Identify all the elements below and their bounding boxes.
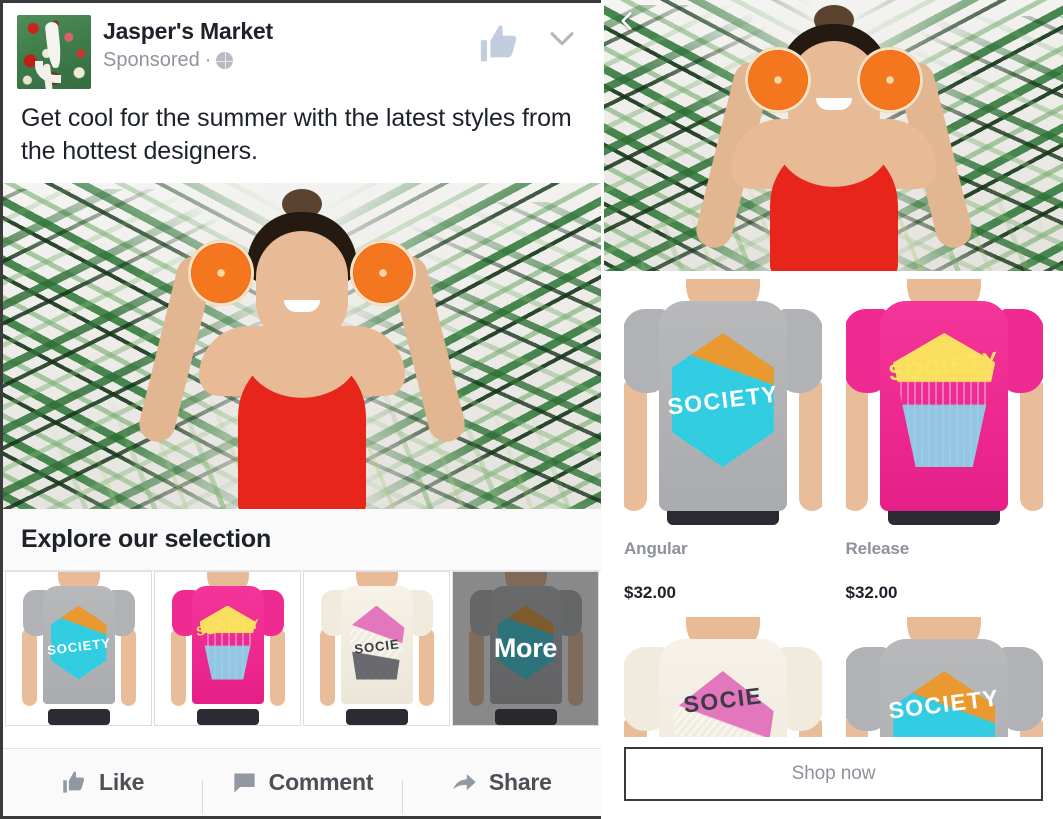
canvas-product-panel: SOCIETY Angular $32.00 SOCIETY Release $… (604, 0, 1063, 819)
tee-illustration: SOCIETY (845, 279, 1043, 525)
carousel-headline: Explore our selection (3, 508, 601, 571)
comment-bubble-icon (234, 773, 255, 793)
grapefruit-left (188, 239, 254, 306)
facebook-post-card: Jasper's Market Sponsored · Get cool for… (0, 0, 601, 819)
thumbs-up-icon (63, 771, 85, 793)
tee-arm-left (624, 379, 647, 511)
post-body-text: Get cool for the summer with the latest … (21, 104, 572, 166)
carousel-tile-more[interactable]: More (452, 570, 599, 726)
post-header-actions (477, 15, 587, 67)
tee-arm-left (170, 627, 186, 706)
grapefruit-right (350, 239, 416, 306)
tee-arm-right (120, 627, 136, 706)
product-grid: SOCIETY Angular $32.00 SOCIETY Release $… (604, 271, 1063, 737)
page-name[interactable]: Jasper's Market (103, 18, 477, 44)
product-image[interactable]: SOCIE (624, 617, 822, 737)
screenshot-root: Jasper's Market Sponsored · Get cool for… (0, 0, 1063, 819)
more-label: More (493, 632, 558, 663)
separator-dot: · (204, 49, 212, 72)
product-price: $32.00 (624, 583, 676, 602)
product-image[interactable]: SOCIETY (624, 279, 822, 525)
share-label: Share (488, 769, 552, 795)
product-name: Release (845, 539, 910, 558)
share-button[interactable]: Share (401, 769, 601, 814)
tee-arm-right (798, 379, 822, 511)
product-card-3[interactable]: SOCIE (624, 617, 822, 737)
tee-illustration: SOCIETY (624, 279, 822, 525)
tee-legs (345, 708, 408, 725)
thumbs-up-icon[interactable] (477, 21, 523, 67)
product-card-4[interactable]: SOCIETY (845, 617, 1043, 737)
tee-arm-right (269, 627, 285, 706)
cta-container: Shop now (604, 737, 1063, 819)
product-card-release[interactable]: SOCIETY Release $32.00 (845, 279, 1043, 617)
share-arrow-icon (453, 774, 476, 791)
comment-label: Comment (268, 769, 374, 795)
shop-now-button[interactable]: Shop now (624, 747, 1043, 801)
sponsored-label[interactable]: Sponsored (103, 49, 200, 72)
tee-legs (47, 708, 110, 725)
carousel-tile-2[interactable]: SOCIETY (154, 570, 301, 726)
back-chevron-icon[interactable] (614, 8, 640, 34)
post-action-bar: Like Comment Share (3, 748, 601, 816)
tee-illustration: SOCIE (624, 617, 822, 737)
model-red-swimsuit (769, 140, 898, 271)
globe-icon (216, 52, 234, 70)
tee-arm-right (418, 627, 434, 706)
tee-illustration: SOCIETY (845, 617, 1043, 737)
sponsored-row: Sponsored · (103, 49, 477, 72)
hero-model (692, 0, 975, 271)
grapefruit-right (856, 47, 923, 114)
tee-arm-left (21, 627, 37, 706)
grapefruit-left (744, 47, 811, 114)
more-overlay[interactable]: More (453, 571, 598, 725)
post-header-text: Jasper's Market Sponsored · (103, 15, 477, 72)
like-button[interactable]: Like (3, 769, 202, 796)
product-image[interactable]: SOCIETY (845, 279, 1043, 525)
tee-legs (196, 708, 259, 725)
product-image[interactable]: SOCIETY (845, 617, 1043, 737)
carousel-tile-1[interactable]: SOCIETY (5, 570, 152, 726)
hero-model (135, 183, 469, 509)
tee-arm-left (845, 379, 869, 511)
like-label: Like (99, 769, 145, 795)
tee-arm-right (1020, 379, 1043, 511)
tee-arm-left (319, 627, 335, 706)
product-card-angular[interactable]: SOCIETY Angular $32.00 (624, 279, 822, 617)
product-carousel: SOCIETY SOCIETY SOCIE More (3, 570, 601, 726)
carousel-tile-3[interactable]: SOCIE (303, 570, 450, 726)
avatar-hook-glyph (34, 60, 61, 83)
tee-illustration: SOCIETY (6, 571, 151, 725)
product-price: $32.00 (845, 583, 898, 602)
product-name: Angular (624, 539, 688, 558)
chevron-down-icon[interactable] (545, 21, 579, 55)
comment-button[interactable]: Comment (202, 769, 401, 814)
model-red-swimsuit (238, 352, 366, 509)
page-avatar[interactable] (17, 15, 91, 89)
canvas-hero-image (604, 0, 1063, 271)
tee-illustration: SOCIETY (155, 571, 300, 725)
tee-illustration: SOCIE (304, 571, 449, 725)
post-header: Jasper's Market Sponsored · (3, 3, 601, 100)
post-hero-image[interactable] (3, 182, 601, 509)
